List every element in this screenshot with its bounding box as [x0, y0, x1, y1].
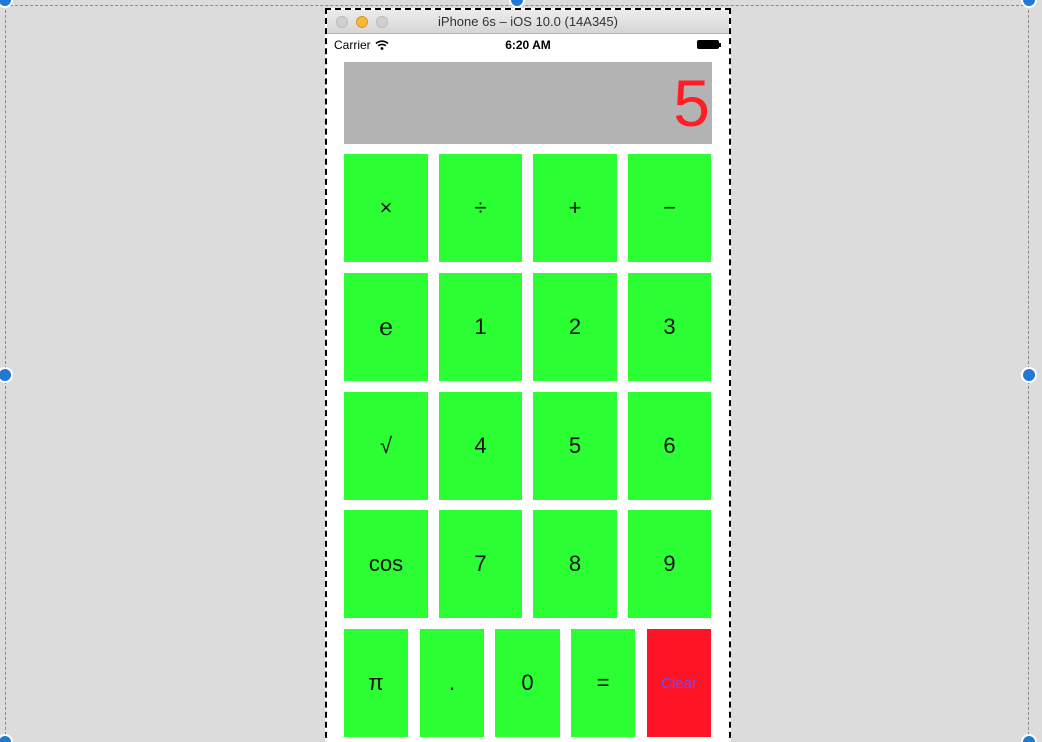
battery-icon	[697, 40, 721, 49]
status-bar: Carrier 6:20 AM	[327, 35, 729, 55]
multiply-button[interactable]: ×	[344, 154, 428, 262]
digit-2-button[interactable]: 2	[533, 273, 617, 381]
digit-1-button[interactable]: 1	[439, 273, 522, 381]
divide-button[interactable]: ÷	[439, 154, 522, 262]
simulator-window: iPhone 6s – iOS 10.0 (14A345) Carrier 6:…	[325, 8, 731, 742]
digit-6-button[interactable]: 6	[628, 392, 711, 500]
digit-0-button[interactable]: 0	[495, 629, 560, 737]
digit-8-button[interactable]: 8	[533, 510, 617, 618]
clear-button[interactable]: Clear	[647, 629, 711, 737]
resize-handle-right[interactable]	[1021, 367, 1037, 383]
digit-7-button[interactable]: 7	[439, 510, 522, 618]
calculator-display: 5	[344, 62, 712, 144]
window-titlebar[interactable]: iPhone 6s – iOS 10.0 (14A345)	[327, 10, 729, 34]
digit-4-button[interactable]: 4	[439, 392, 522, 500]
e-constant-button[interactable]: e	[344, 273, 428, 381]
minimize-button[interactable]	[356, 16, 368, 28]
minus-button[interactable]: −	[628, 154, 711, 262]
pi-button[interactable]: π	[344, 629, 408, 737]
decimal-point-button[interactable]: .	[420, 629, 484, 737]
window-title: iPhone 6s – iOS 10.0 (14A345)	[438, 14, 618, 29]
cos-button[interactable]: cos	[344, 510, 428, 618]
status-time: 6:20 AM	[505, 38, 551, 52]
plus-button[interactable]: +	[533, 154, 617, 262]
resize-handle-bottom-right[interactable]	[1021, 734, 1037, 742]
display-value: 5	[673, 66, 710, 140]
digit-9-button[interactable]: 9	[628, 510, 711, 618]
digit-5-button[interactable]: 5	[533, 392, 617, 500]
square-root-button[interactable]: √	[344, 392, 428, 500]
digit-3-button[interactable]: 3	[628, 273, 711, 381]
close-button[interactable]	[336, 16, 348, 28]
equals-button[interactable]: =	[571, 629, 635, 737]
